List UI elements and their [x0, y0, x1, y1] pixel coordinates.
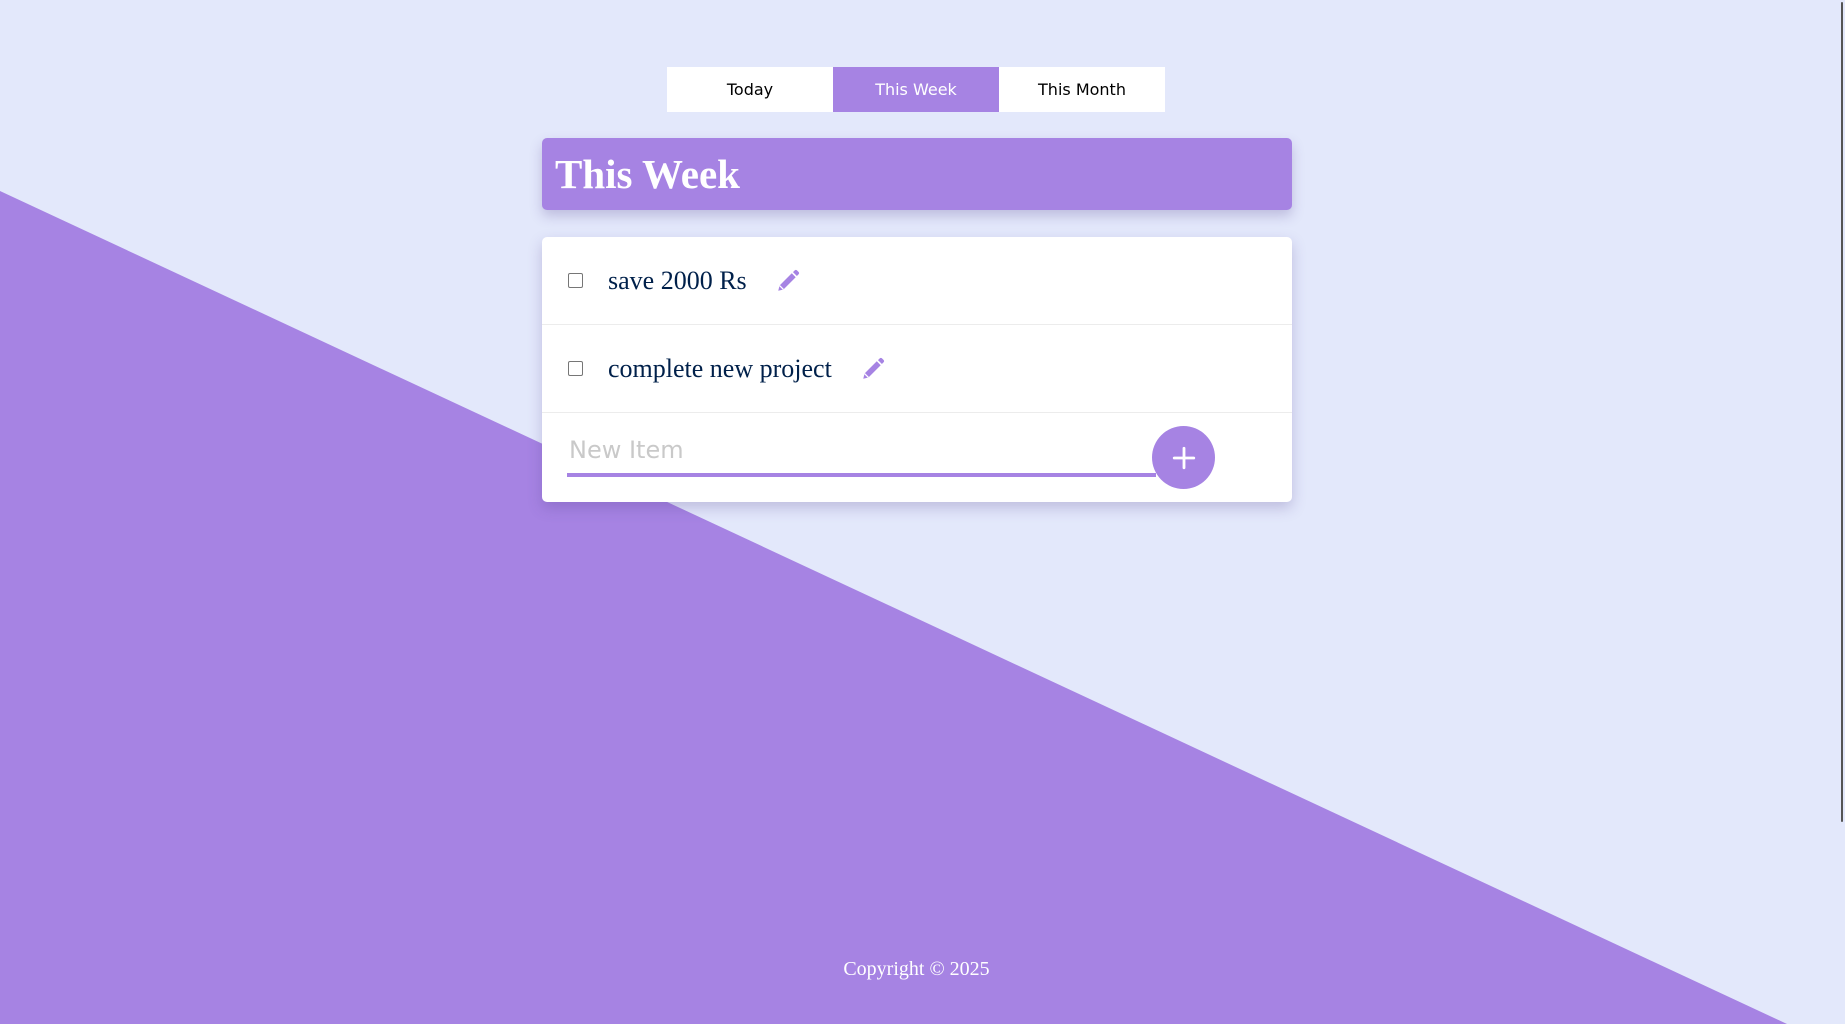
page-scrollbar[interactable]	[1839, 0, 1845, 1024]
item-checkbox[interactable]	[568, 273, 583, 288]
pencil-icon[interactable]	[860, 356, 886, 382]
item-text: complete new project	[608, 353, 832, 383]
tab-today[interactable]: Today	[667, 67, 833, 112]
todo-card: save 2000 Rs complete new project	[542, 237, 1292, 502]
new-item-input[interactable]	[567, 427, 1156, 477]
item-checkbox[interactable]	[568, 361, 583, 376]
list-item: complete new project	[542, 325, 1292, 413]
list-title: This Week	[555, 150, 740, 197]
scrollbar-thumb[interactable]	[1841, 2, 1843, 822]
tab-this-month[interactable]: This Month	[999, 67, 1165, 112]
item-text: save 2000 Rs	[608, 265, 747, 295]
pencil-icon[interactable]	[775, 268, 801, 294]
footer-copyright: Copyright © 2025	[843, 958, 990, 980]
list-heading-box: This Week	[542, 138, 1292, 210]
new-item-row	[542, 413, 1292, 501]
list-item: save 2000 Rs	[542, 237, 1292, 325]
tab-this-week[interactable]: This Week	[833, 67, 999, 112]
period-tabs: Today This Week This Month	[667, 67, 1165, 112]
add-item-button[interactable]	[1152, 426, 1215, 489]
plus-icon	[1172, 446, 1195, 469]
